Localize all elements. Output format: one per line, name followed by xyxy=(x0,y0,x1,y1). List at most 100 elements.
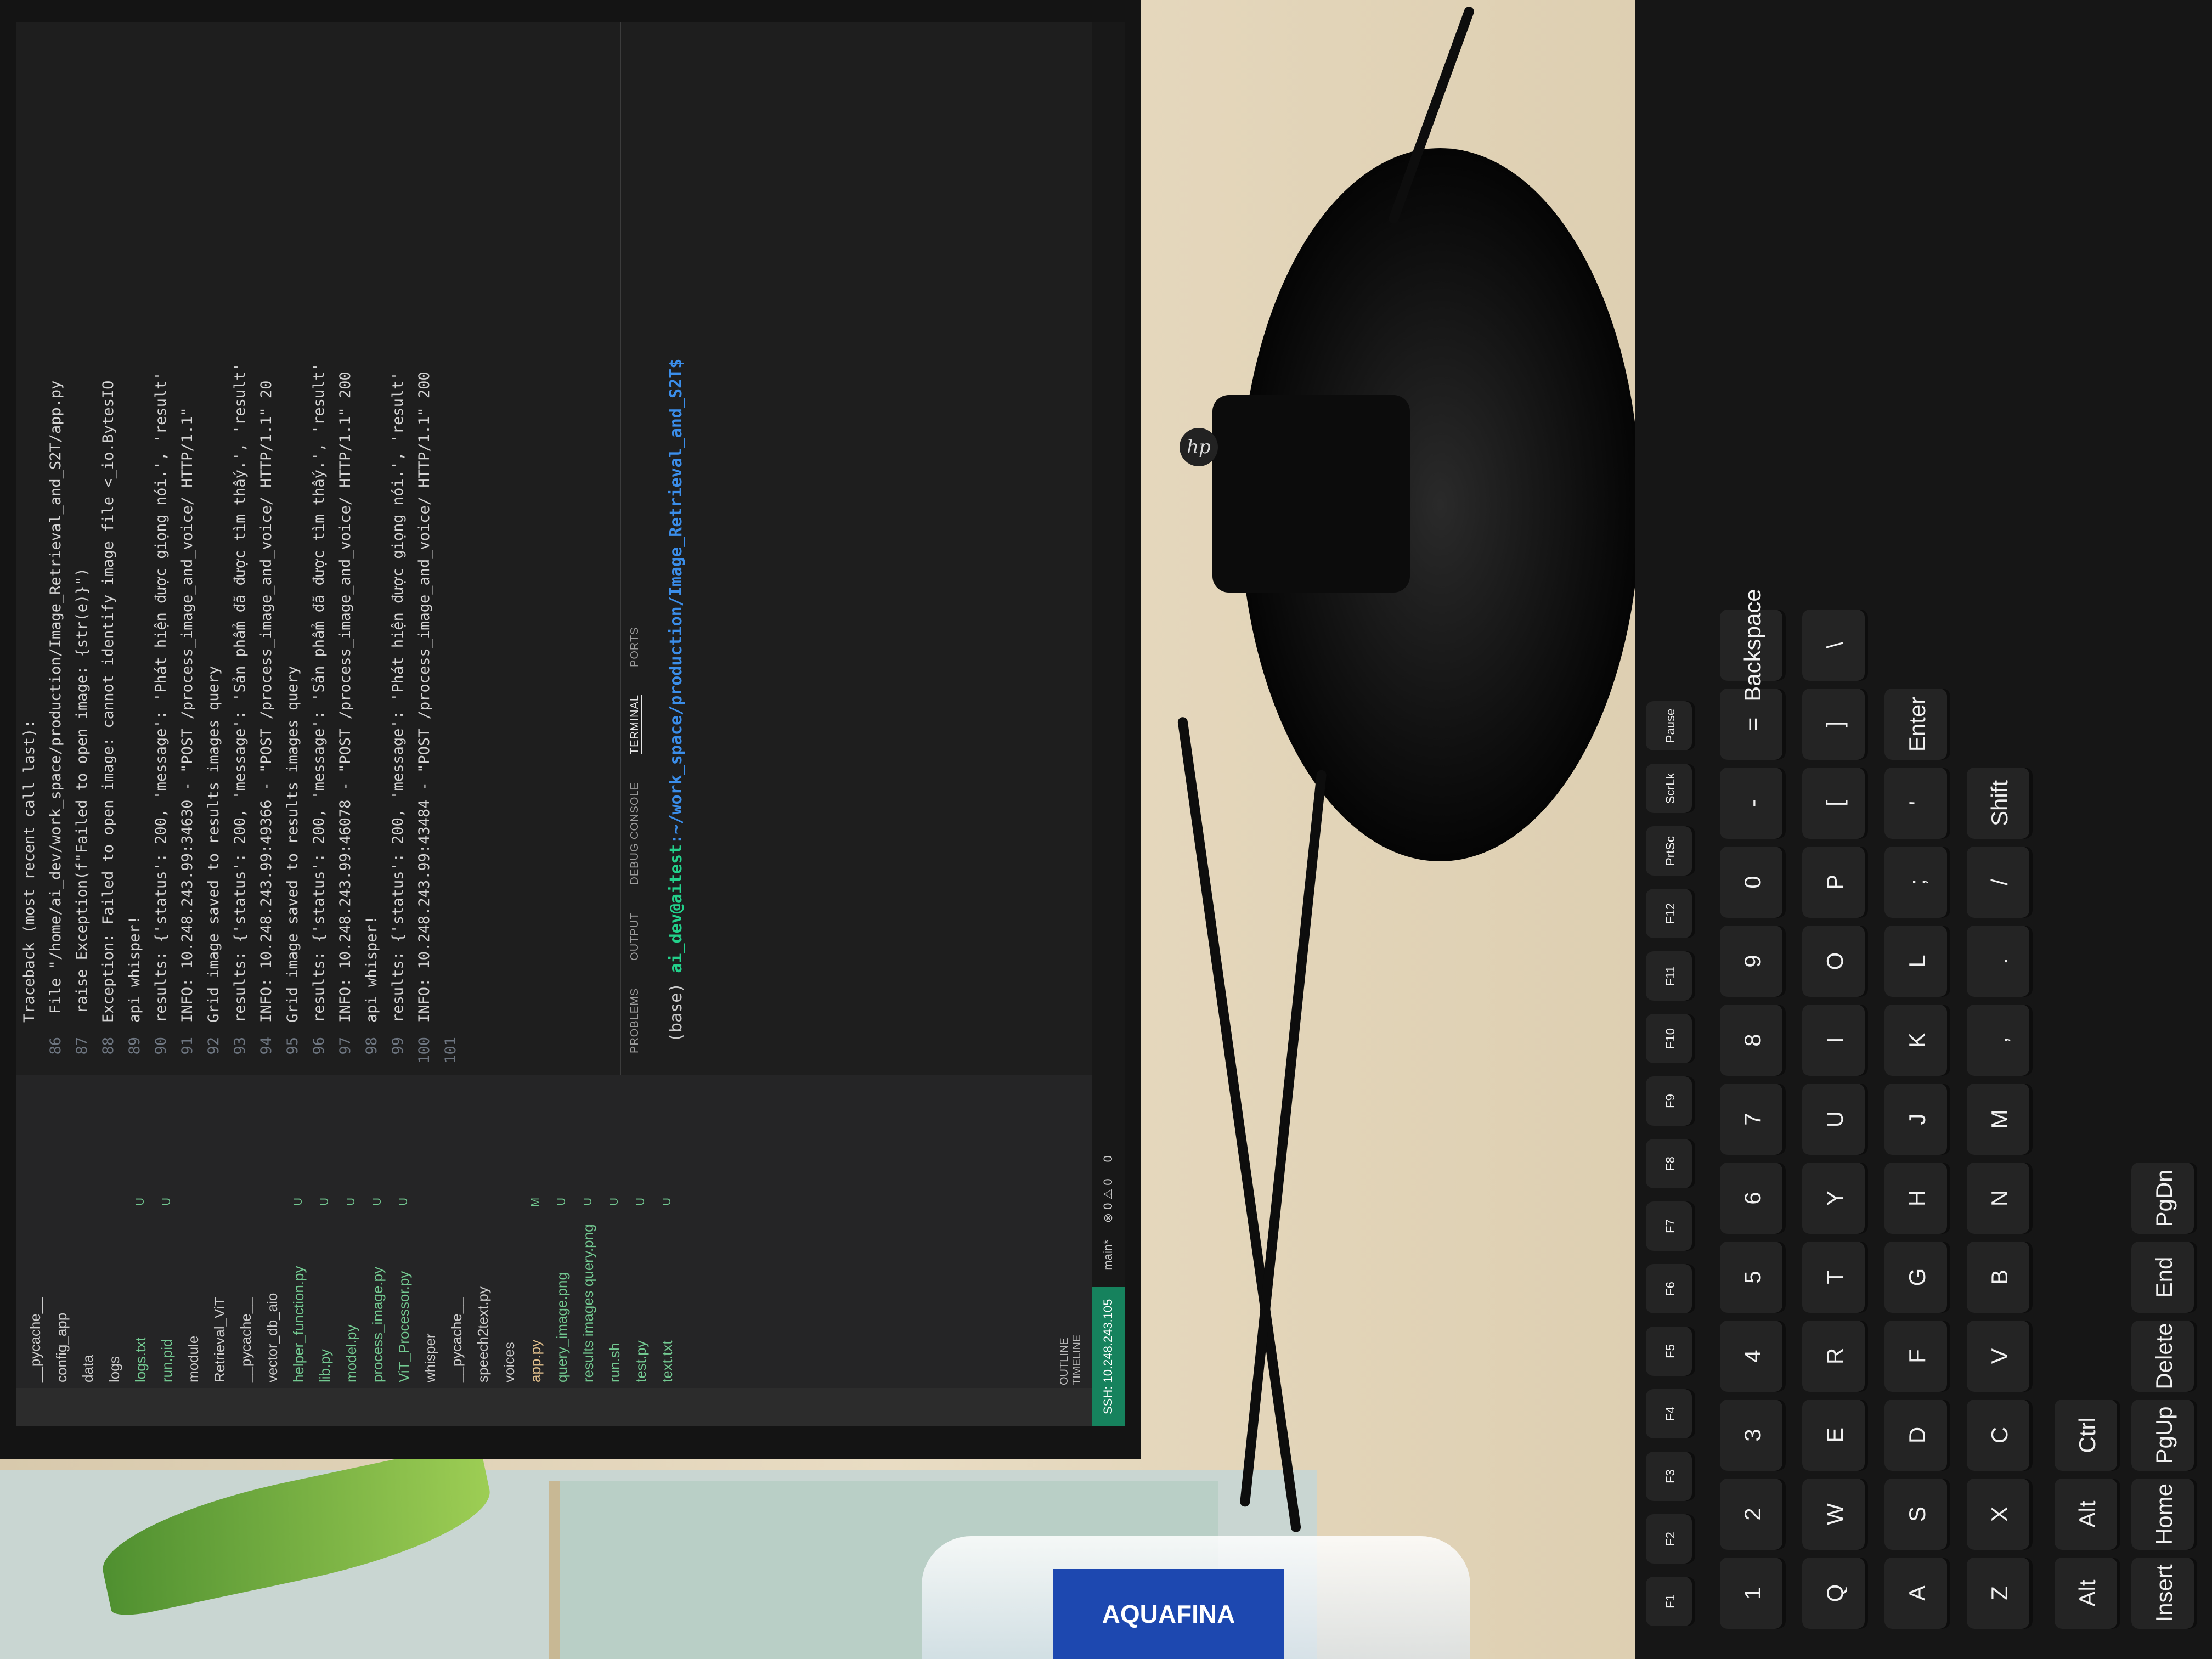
remote-ssh-badge[interactable]: SSH: 10.248.243.105 xyxy=(1092,1286,1125,1426)
keyboard-key[interactable]: F3 xyxy=(1646,1452,1695,1501)
keyboard-key[interactable]: U xyxy=(1802,1084,1868,1155)
outline-label[interactable]: OUTLINE xyxy=(1058,1335,1071,1385)
file-tree-item[interactable]: data xyxy=(75,1198,101,1383)
panel-tab[interactable]: OUTPUT xyxy=(629,912,642,961)
file-tree-item[interactable]: text.txt U xyxy=(654,1198,680,1383)
keyboard-key[interactable]: O xyxy=(1802,926,1868,997)
file-tree-item[interactable]: process_image.py U xyxy=(364,1198,391,1383)
keyboard-key[interactable]: L xyxy=(1884,926,1950,997)
keyboard-key[interactable]: PgDn xyxy=(2131,1163,2197,1234)
keyboard-key[interactable]: Z xyxy=(1967,1558,2033,1629)
keyboard-key[interactable]: E xyxy=(1802,1400,1868,1471)
keyboard-key[interactable]: 0 xyxy=(1720,847,1786,918)
file-tree-item[interactable]: Retrieval_ViT xyxy=(206,1198,233,1383)
file-tree-item[interactable]: helper_function.py U xyxy=(285,1198,312,1383)
keyboard-key[interactable]: F xyxy=(1884,1321,1950,1392)
keyboard-key[interactable]: 6 xyxy=(1720,1163,1786,1234)
panel-tab[interactable]: DEBUG CONSOLE xyxy=(629,782,642,884)
keyboard-key[interactable]: Alt xyxy=(2055,1479,2120,1550)
keyboard-key[interactable]: F9 xyxy=(1646,1076,1695,1126)
file-tree-item[interactable]: results images query.png U xyxy=(575,1198,601,1383)
keyboard-key[interactable]: C xyxy=(1967,1400,2033,1471)
keyboard-key[interactable]: F4 xyxy=(1646,1389,1695,1438)
keyboard-key[interactable]: \ xyxy=(1802,610,1868,681)
keyboard-key[interactable]: 5 xyxy=(1720,1242,1786,1313)
keyboard-key[interactable]: Enter xyxy=(1884,689,1950,760)
keyboard-key[interactable]: ScrLk xyxy=(1646,764,1695,813)
file-tree-item[interactable]: __pycache__ xyxy=(233,1198,259,1383)
panel-tab[interactable]: TERMINAL xyxy=(629,695,642,755)
keyboard-key[interactable]: T xyxy=(1802,1242,1868,1313)
keyboard-key[interactable]: G xyxy=(1884,1242,1950,1313)
file-tree-item[interactable]: config_app xyxy=(48,1198,75,1383)
file-tree-item[interactable]: whisper xyxy=(417,1198,443,1383)
keyboard-key[interactable]: P xyxy=(1802,847,1868,918)
keyboard-key[interactable]: 1 xyxy=(1720,1558,1786,1629)
keyboard-key[interactable]: I xyxy=(1802,1005,1868,1076)
file-tree-item[interactable]: logs.txt U xyxy=(127,1198,154,1383)
file-tree-item[interactable]: test.py U xyxy=(628,1198,654,1383)
keyboard-key[interactable]: 9 xyxy=(1720,926,1786,997)
keyboard-key[interactable]: D xyxy=(1884,1400,1950,1471)
keyboard-key[interactable]: F5 xyxy=(1646,1327,1695,1376)
editor-area[interactable]: Traceback (most recent call last): 86 Fil… xyxy=(16,22,620,1075)
file-tree-item[interactable]: query_image.png U xyxy=(549,1198,575,1383)
keyboard-key[interactable]: / xyxy=(1967,847,2033,918)
keyboard-key[interactable]: Home xyxy=(2131,1479,2197,1550)
panel-tab[interactable]: PORTS xyxy=(629,627,642,667)
keyboard-key[interactable]: ; xyxy=(1884,847,1950,918)
keyboard-key[interactable]: - xyxy=(1720,768,1786,839)
keyboard-key[interactable]: A xyxy=(1884,1558,1950,1629)
keyboard-key[interactable]: F8 xyxy=(1646,1139,1695,1188)
keyboard-key[interactable]: ' xyxy=(1884,768,1950,839)
keyboard-key[interactable]: 8 xyxy=(1720,1005,1786,1076)
git-branch[interactable]: main* xyxy=(1101,1239,1115,1270)
keyboard-key[interactable]: V xyxy=(1967,1321,2033,1392)
keyboard-key[interactable]: 3 xyxy=(1720,1400,1786,1471)
outline-section[interactable]: OUTLINE TIMELINE xyxy=(1058,1335,1084,1385)
file-tree-item[interactable]: lib.py U xyxy=(312,1198,338,1383)
keyboard-key[interactable]: PgUp xyxy=(2131,1400,2197,1471)
file-tree-item[interactable]: voices xyxy=(496,1198,522,1383)
keyboard-key[interactable]: Y xyxy=(1802,1163,1868,1234)
keyboard-key[interactable]: 2 xyxy=(1720,1479,1786,1550)
keyboard-key[interactable]: F12 xyxy=(1646,889,1695,938)
keyboard-key[interactable]: N xyxy=(1967,1163,2033,1234)
keyboard-key[interactable]: H xyxy=(1884,1163,1950,1234)
keyboard-key[interactable]: S xyxy=(1884,1479,1950,1550)
keyboard-key[interactable]: F10 xyxy=(1646,1014,1695,1063)
file-tree-item[interactable]: __pycache__ xyxy=(443,1198,470,1383)
keyboard-key[interactable]: F6 xyxy=(1646,1264,1695,1313)
file-tree-item[interactable]: vector_db_aio xyxy=(259,1198,285,1383)
keyboard-key[interactable]: [ xyxy=(1802,768,1868,839)
problems-count[interactable]: ⊗ 0 ⚠ 0 xyxy=(1101,1178,1115,1223)
keyboard-key[interactable]: Ctrl xyxy=(2055,1400,2120,1471)
file-tree-item[interactable]: run.sh U xyxy=(601,1198,628,1383)
keyboard-key[interactable]: , xyxy=(1967,1005,2033,1076)
keyboard-key[interactable]: Backspace xyxy=(1720,589,1786,702)
terminal-panel[interactable]: PROBLEMS OUTPUT DEBUG CONSOLE TERMINAL PORTS… xyxy=(620,22,1092,1075)
keyboard-key[interactable]: End xyxy=(2131,1242,2197,1313)
keyboard-key[interactable]: F11 xyxy=(1646,951,1695,1001)
panel-tab[interactable]: PROBLEMS xyxy=(629,988,642,1053)
file-tree-item[interactable]: run.pid U xyxy=(154,1198,180,1383)
keyboard-key[interactable]: 4 xyxy=(1720,1321,1786,1392)
keyboard-key[interactable]: Delete xyxy=(2131,1321,2197,1392)
keyboard-key[interactable]: ] xyxy=(1802,689,1868,760)
keyboard-key[interactable]: J xyxy=(1884,1084,1950,1155)
keyboard-key[interactable]: Alt xyxy=(2055,1558,2120,1629)
keyboard-key[interactable]: W xyxy=(1802,1479,1868,1550)
keyboard-key[interactable]: F2 xyxy=(1646,1514,1695,1564)
terminal-prompt[interactable]: (base) ai_dev@aitest:~/work_space/produc… xyxy=(650,22,702,1075)
ports-count[interactable]: 0 xyxy=(1101,1155,1115,1162)
keyboard-key[interactable]: K xyxy=(1884,1005,1950,1076)
keyboard-key[interactable]: M xyxy=(1967,1084,2033,1155)
keyboard-key[interactable]: PrtSc xyxy=(1646,826,1695,876)
file-tree-item[interactable]: logs xyxy=(101,1198,127,1383)
keyboard-key[interactable]: F1 xyxy=(1646,1577,1695,1626)
keyboard-key[interactable]: Insert xyxy=(2131,1558,2197,1629)
keyboard-key[interactable]: . xyxy=(1967,926,2033,997)
keyboard-key[interactable]: F7 xyxy=(1646,1201,1695,1251)
file-tree-item[interactable]: __pycache__ xyxy=(22,1198,48,1383)
keyboard-key[interactable]: X xyxy=(1967,1479,2033,1550)
